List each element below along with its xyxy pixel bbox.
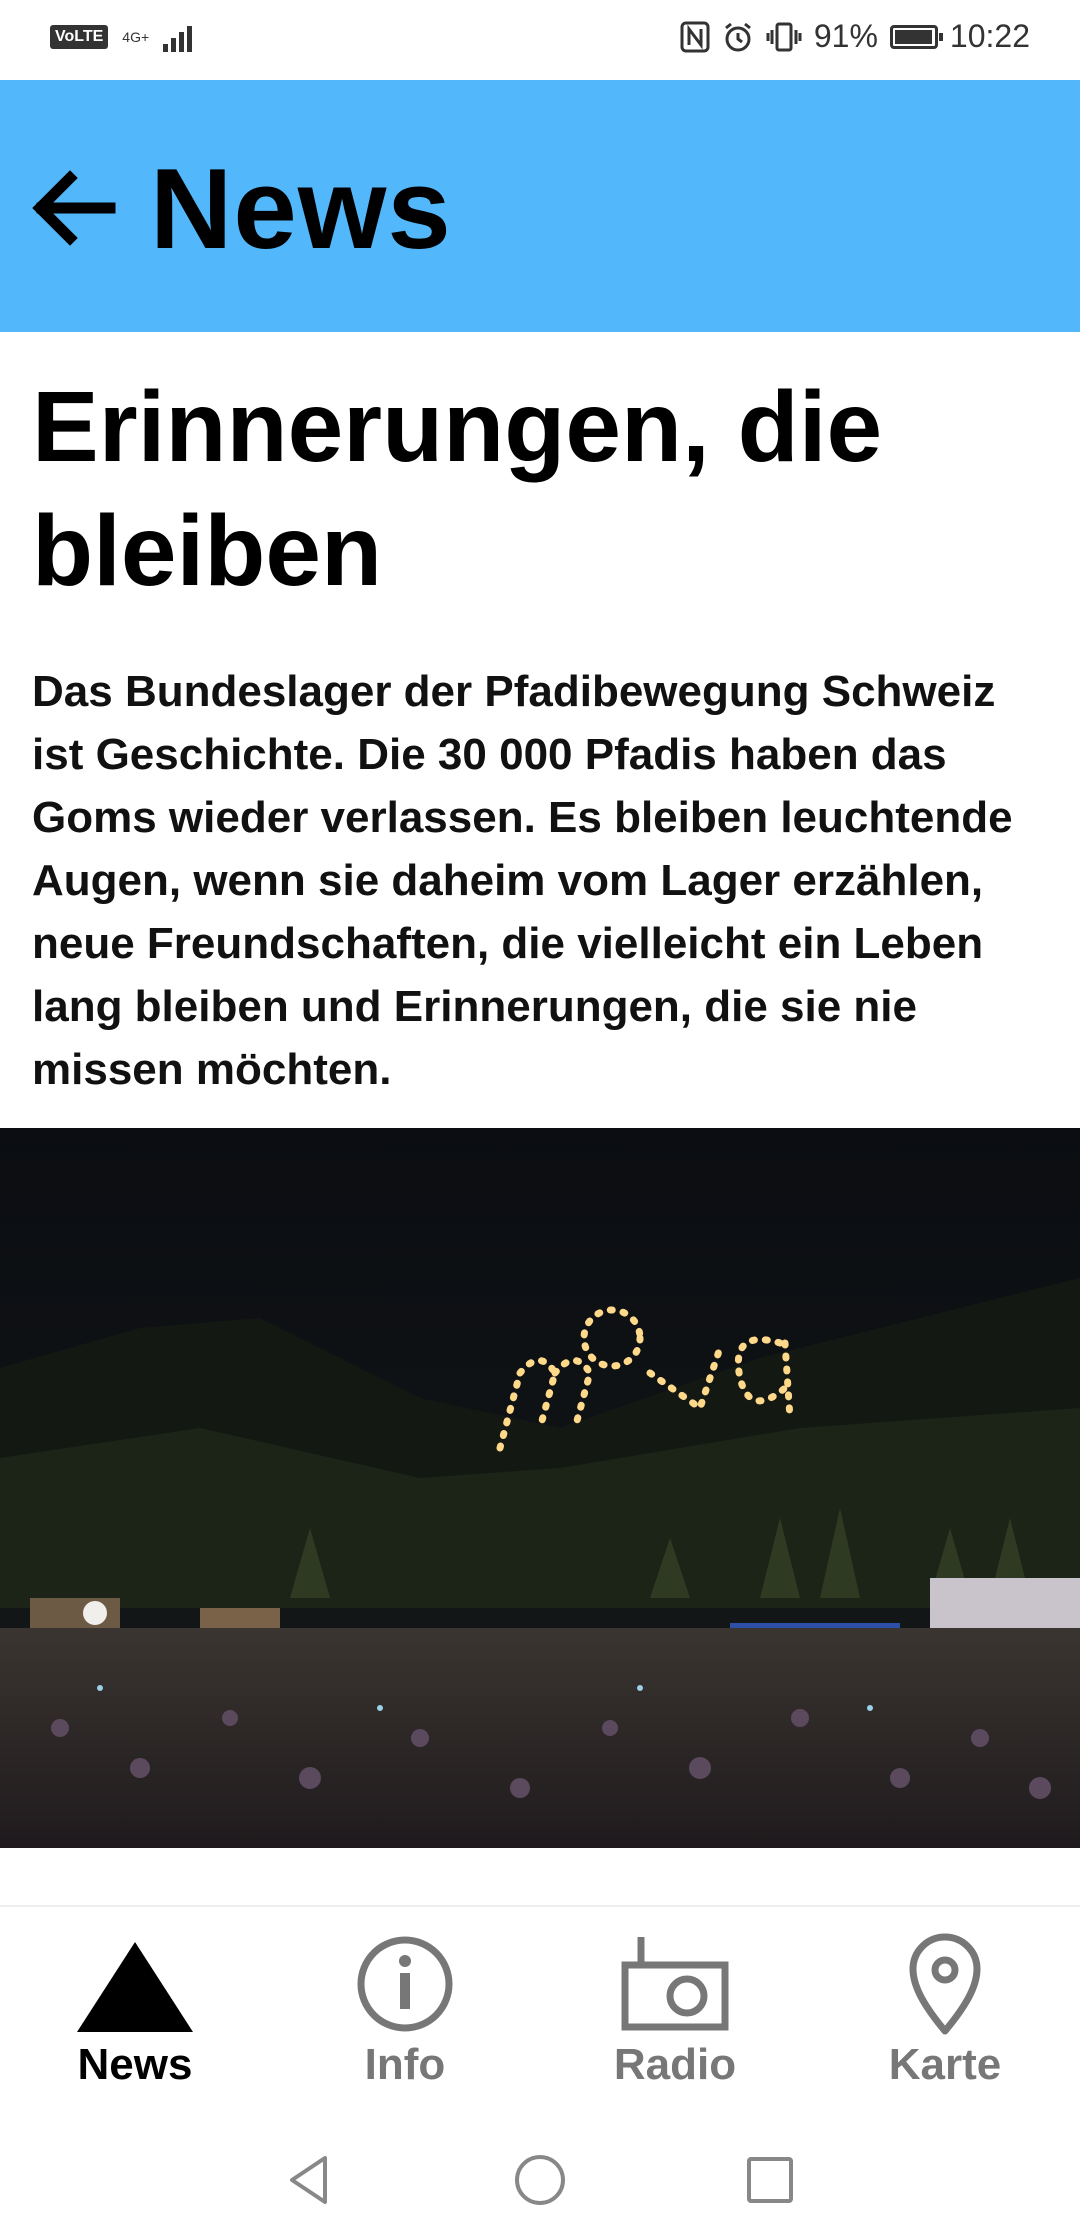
back-arrow-icon[interactable] <box>30 170 116 246</box>
bottom-navigation: News Info Radio Karte <box>0 1905 1080 2107</box>
article-title: Erinnerungen, die bleiben <box>32 371 883 607</box>
system-home-icon[interactable] <box>510 2150 570 2210</box>
system-navigation-bar <box>0 2120 1080 2240</box>
page-title: News <box>150 146 452 273</box>
nfc-icon <box>680 21 710 52</box>
alarm-icon <box>724 22 751 51</box>
status-left: VoLTE 4G+ <box>50 22 193 52</box>
battery-percent: 91% <box>813 18 878 54</box>
volte-badge: VoLTE <box>50 25 109 49</box>
nav-item-radio[interactable]: Radio <box>575 1927 775 2097</box>
clock: 10:22 <box>949 18 1030 54</box>
system-recents-icon[interactable] <box>740 2150 800 2210</box>
battery-icon <box>889 24 943 49</box>
app-header: News <box>0 80 1080 332</box>
article-body: Das Bundeslager der Pfadibewegung Schwei… <box>32 667 1013 1094</box>
nav-label-karte: Karte <box>888 2040 1002 2089</box>
vibrate-icon <box>766 22 802 51</box>
tent-icon <box>77 1942 193 2032</box>
info-icon <box>357 1936 453 2032</box>
network-type: 4G+ <box>122 29 150 45</box>
nav-item-info[interactable]: Info <box>305 1927 505 2097</box>
system-back-icon[interactable] <box>280 2150 340 2210</box>
article-image <box>0 1128 1080 1848</box>
status-right: 91% 10:22 <box>680 18 1030 55</box>
nav-item-news[interactable]: News <box>35 1927 235 2097</box>
signal-icon <box>163 22 193 52</box>
nav-label-news: News <box>77 2040 193 2089</box>
status-bar: VoLTE 4G+ 91% 10:22 <box>0 0 1080 80</box>
radio-icon <box>621 1937 729 2031</box>
nav-label-radio: Radio <box>613 2040 737 2089</box>
nav-item-karte[interactable]: Karte <box>845 1927 1045 2097</box>
nav-label-info: Info <box>364 2040 446 2089</box>
map-pin-icon <box>909 1933 981 2035</box>
